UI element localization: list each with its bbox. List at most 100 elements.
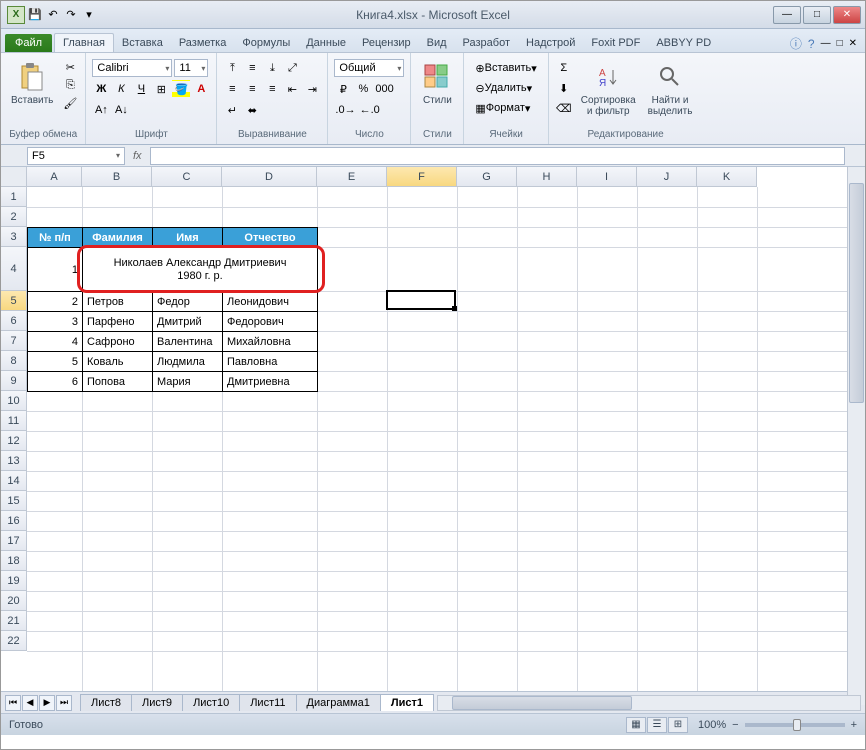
align-right-icon[interactable]: ≡: [263, 80, 281, 98]
sheet-tab-Диаграмма1[interactable]: Диаграмма1: [296, 694, 381, 711]
view-normal-icon[interactable]: ▦: [626, 717, 646, 733]
font-color-button[interactable]: A: [192, 80, 210, 98]
align-bottom-icon[interactable]: ⤓: [263, 59, 281, 77]
sheet-nav-last-icon[interactable]: ⏭: [56, 695, 72, 711]
format-painter-icon[interactable]: 🖌: [61, 95, 79, 111]
dec-decimal-icon[interactable]: ←.0: [359, 101, 381, 119]
sheet-nav-next-icon[interactable]: ▶: [39, 695, 55, 711]
save-icon[interactable]: 💾: [27, 7, 43, 23]
format-cells-button[interactable]: ▦ Формат ▾: [470, 99, 535, 117]
redo-icon[interactable]: ↷: [63, 7, 79, 23]
minimize-ribbon-icon[interactable]: ⓘ: [790, 35, 802, 52]
table-row[interactable]: 5: [28, 352, 83, 372]
help-icon[interactable]: ?: [808, 37, 815, 51]
row-header-5[interactable]: 5: [1, 291, 27, 311]
row-header-10[interactable]: 10: [1, 391, 27, 411]
indent-dec-icon[interactable]: ⇤: [283, 80, 301, 98]
cells-area[interactable]: № п/п Фамилия Имя Отчество 1 Николаев Ал…: [27, 187, 865, 691]
column-header-I[interactable]: I: [577, 167, 637, 187]
hscroll-thumb[interactable]: [452, 696, 632, 710]
active-cell[interactable]: [386, 290, 456, 310]
sheet-nav-first-icon[interactable]: ⏮: [5, 695, 21, 711]
table-row[interactable]: 2: [28, 292, 83, 312]
sheet-nav-prev-icon[interactable]: ◀: [22, 695, 38, 711]
formula-input[interactable]: [150, 147, 845, 165]
tab-data[interactable]: Данные: [298, 34, 354, 52]
orientation-icon[interactable]: ⤢: [283, 59, 301, 77]
sheet-tab-Лист10[interactable]: Лист10: [182, 694, 240, 711]
column-header-J[interactable]: J: [637, 167, 697, 187]
tab-review[interactable]: Рецензир: [354, 34, 419, 52]
wrap-text-icon[interactable]: ↵: [223, 101, 241, 119]
clear-icon[interactable]: ⌫: [555, 99, 573, 117]
sort-filter-button[interactable]: АЯ Сортировка и фильтр: [577, 59, 640, 119]
vertical-scrollbar[interactable]: [847, 167, 865, 705]
close-button[interactable]: ✕: [833, 6, 861, 24]
table-row[interactable]: 6: [28, 372, 83, 392]
doc-min-icon[interactable]: —: [821, 38, 831, 49]
merged-cell-b4d4[interactable]: Николаев Александр Дмитриевич 1980 г. р.: [83, 248, 318, 292]
tab-layout[interactable]: Разметка: [171, 34, 235, 52]
insert-cells-button[interactable]: ⊕ Вставить ▾: [470, 59, 541, 77]
row-header-18[interactable]: 18: [1, 551, 27, 571]
row-header-20[interactable]: 20: [1, 591, 27, 611]
align-middle-icon[interactable]: ≡: [243, 59, 261, 77]
row-header-21[interactable]: 21: [1, 611, 27, 631]
inc-decimal-icon[interactable]: .0→: [334, 101, 356, 119]
spreadsheet-grid[interactable]: ABCDEFGHIJK 1234567891011121314151617181…: [1, 167, 865, 691]
view-layout-icon[interactable]: ☰: [647, 717, 667, 733]
undo-icon[interactable]: ↶: [45, 7, 61, 23]
cut-icon[interactable]: ✂: [61, 59, 79, 75]
row-header-4[interactable]: 4: [1, 247, 27, 291]
maximize-button[interactable]: □: [803, 6, 831, 24]
row-header-15[interactable]: 15: [1, 491, 27, 511]
sheet-tab-Лист11[interactable]: Лист11: [239, 694, 296, 711]
row-header-7[interactable]: 7: [1, 331, 27, 351]
row-header-2[interactable]: 2: [1, 207, 27, 227]
row-header-22[interactable]: 22: [1, 631, 27, 651]
horizontal-scrollbar[interactable]: [437, 695, 861, 711]
fill-icon[interactable]: ⬇: [555, 79, 573, 97]
decrease-font-icon[interactable]: A↓: [112, 101, 130, 119]
find-select-button[interactable]: Найти и выделить: [644, 59, 697, 119]
delete-cells-button[interactable]: ⊖ Удалить ▾: [470, 79, 537, 97]
bold-button[interactable]: Ж: [92, 80, 110, 98]
tab-insert[interactable]: Вставка: [114, 34, 171, 52]
row-header-11[interactable]: 11: [1, 411, 27, 431]
indent-inc-icon[interactable]: ⇥: [303, 80, 321, 98]
sheet-tab-Лист8[interactable]: Лист8: [80, 694, 132, 711]
tab-view[interactable]: Вид: [419, 34, 455, 52]
column-header-H[interactable]: H: [517, 167, 577, 187]
table-row[interactable]: 4: [28, 332, 83, 352]
file-tab[interactable]: Файл: [5, 34, 52, 52]
column-header-C[interactable]: C: [152, 167, 222, 187]
row-header-13[interactable]: 13: [1, 451, 27, 471]
border-button[interactable]: ⊞: [152, 80, 170, 98]
qat-dropdown-icon[interactable]: ▾: [81, 7, 97, 23]
styles-button[interactable]: Стили: [417, 59, 457, 108]
view-pagebreak-icon[interactable]: ⊞: [668, 717, 688, 733]
column-header-B[interactable]: B: [82, 167, 152, 187]
row-header-16[interactable]: 16: [1, 511, 27, 531]
italic-button[interactable]: К: [112, 80, 130, 98]
comma-icon[interactable]: 000: [374, 80, 394, 98]
zoom-level[interactable]: 100%: [698, 719, 726, 731]
currency-icon[interactable]: ₽: [334, 80, 352, 98]
zoom-out-icon[interactable]: −: [732, 719, 738, 731]
align-left-icon[interactable]: ≡: [223, 80, 241, 98]
column-header-K[interactable]: K: [697, 167, 757, 187]
tab-foxit[interactable]: Foxit PDF: [583, 34, 648, 52]
row-header-17[interactable]: 17: [1, 531, 27, 551]
row-header-6[interactable]: 6: [1, 311, 27, 331]
row-header-9[interactable]: 9: [1, 371, 27, 391]
doc-close-icon[interactable]: ✕: [849, 38, 857, 49]
column-header-G[interactable]: G: [457, 167, 517, 187]
column-header-A[interactable]: A: [27, 167, 82, 187]
row-header-19[interactable]: 19: [1, 571, 27, 591]
increase-font-icon[interactable]: A↑: [92, 101, 110, 119]
font-size-combo[interactable]: 11: [174, 59, 208, 77]
row-header-1[interactable]: 1: [1, 187, 27, 207]
name-box[interactable]: F5: [27, 147, 125, 165]
underline-button[interactable]: Ч: [132, 80, 150, 98]
zoom-slider[interactable]: [745, 723, 845, 727]
